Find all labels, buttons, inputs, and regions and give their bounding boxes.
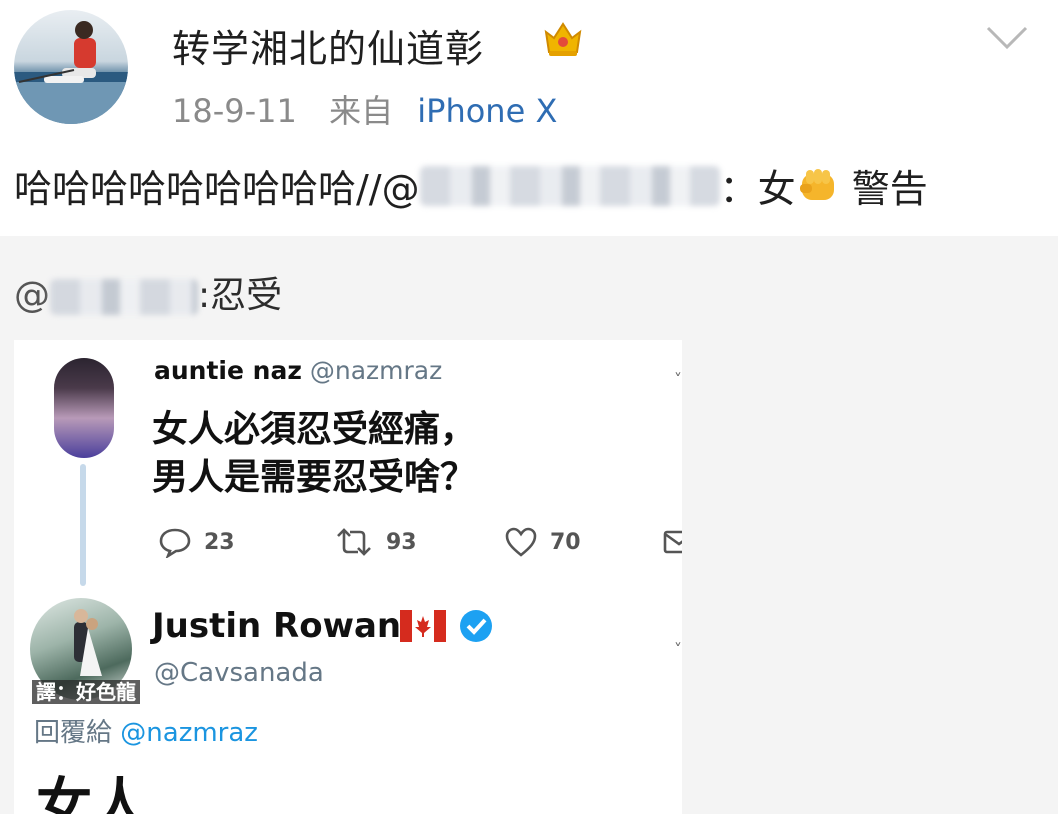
tweet1-body: 女人必須忍受經痛， 男人是需要忍受啥？ [152, 406, 476, 502]
retweet-count: 93 [386, 529, 417, 555]
post-text-warning: 警告 [839, 167, 928, 211]
tweet1-body-line1: 女人必須忍受經痛， [152, 409, 477, 450]
crown-vip-icon[interactable] [542, 18, 584, 60]
like-count: 70 [550, 529, 581, 555]
tweet1-actions: 23 93 70 [154, 522, 682, 562]
retweet-action: 93 [334, 522, 417, 562]
fist-icon [799, 168, 834, 200]
post-text: 哈哈哈哈哈哈哈哈哈//@ ：女 警告 [14, 158, 1054, 218]
post-timestamp: 18-9-11 [172, 92, 297, 130]
blurred-username [419, 165, 720, 206]
post-meta: 18-9-11 来自 iPhone X [172, 86, 557, 132]
source-device[interactable]: iPhone X [417, 92, 557, 130]
post-text-mention-tail: ：女 [719, 167, 796, 211]
tweet2-more-icon: ˅ [674, 640, 682, 659]
tweet2-body: 女人 [36, 773, 148, 814]
heart-icon [505, 527, 537, 557]
forward-text: @ :忍受 [14, 266, 282, 318]
reply-count: 23 [204, 529, 235, 555]
blurred-forward-user [50, 279, 198, 315]
tweet1-more-icon: ˅ [674, 370, 682, 389]
reply-handle: @nazmraz [120, 718, 258, 748]
forwarded-post[interactable]: @:忍受 auntie naz @nazmraz ˅ 女人必須忍受經痛， 男人是需… [0, 236, 1058, 814]
reply-prefix: 回覆給 [34, 718, 113, 748]
tweet1-handle: @nazmraz [309, 356, 443, 385]
forward-text-body: :忍受 [198, 275, 283, 316]
tweet1-display-name: auntie naz [154, 356, 302, 385]
tweet-avatar-auntie-naz [54, 358, 114, 458]
tweet1-body-line2: 男人是需要忍受啥？ [152, 457, 477, 498]
canada-flag-icon [400, 610, 446, 642]
dm-action [662, 522, 682, 562]
like-action: 70 [504, 522, 581, 562]
thread-line [80, 464, 86, 586]
tweet1-author: auntie naz @nazmraz [154, 356, 442, 385]
reply-to-line: 回覆給 @nazmraz [34, 712, 258, 749]
post-text-laugh: 哈哈哈哈哈哈哈哈哈//@ [14, 167, 420, 211]
retweet-icon [337, 528, 371, 556]
user-avatar[interactable] [14, 10, 128, 124]
tweet2-display-name: Justin Rowan [152, 606, 402, 646]
reply-icon [159, 528, 191, 558]
tweet-screenshot[interactable]: auntie naz @nazmraz ˅ 女人必須忍受經痛， 男人是需要忍受啥？… [14, 340, 682, 814]
username[interactable]: 转学湘北的仙道彰 [172, 18, 484, 73]
envelope-icon [663, 530, 682, 554]
chevron-down-icon[interactable] [985, 24, 1029, 52]
reply-action: 23 [158, 522, 235, 562]
tweet2-handle: @Cavsanada [154, 658, 324, 688]
forward-at-sign: @ [14, 275, 50, 316]
translator-watermark: 譯：好色龍 [32, 680, 140, 704]
post-header: 转学湘北的仙道彰 18-9-11 来自 iPhone X [0, 0, 1058, 140]
verified-badge-icon [460, 610, 492, 642]
source-prefix: 来自 [329, 92, 394, 130]
